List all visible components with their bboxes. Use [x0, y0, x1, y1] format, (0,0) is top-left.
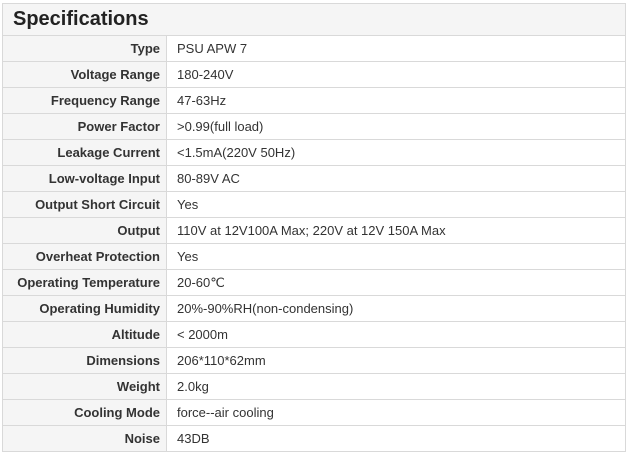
spec-value: 47-63Hz [165, 87, 627, 114]
spec-row-output: Output 110V at 12V100A Max; 220V at 12V … [2, 217, 627, 244]
spec-value: 80-89V AC [165, 165, 627, 192]
spec-row-operating-humidity: Operating Humidity 20%-90%RH(non-condens… [2, 295, 627, 322]
spec-value: Yes [165, 191, 627, 218]
spec-value: force--air cooling [165, 399, 627, 426]
spec-label: Noise [2, 425, 167, 452]
spec-label: Type [2, 35, 167, 62]
spec-row-power-factor: Power Factor >0.99(full load) [2, 113, 627, 140]
spec-value: PSU APW 7 [165, 35, 627, 62]
spec-row-cooling-mode: Cooling Mode force--air cooling [2, 399, 627, 426]
spec-label: Operating Humidity [2, 295, 167, 322]
specifications-panel: Specifications Type PSU APW 7 Voltage Ra… [0, 0, 627, 458]
spec-row-overheat-protection: Overheat Protection Yes [2, 243, 627, 270]
spec-value: 43DB [165, 425, 627, 452]
spec-label: Weight [2, 373, 167, 400]
spec-value: 206*110*62mm [165, 347, 627, 374]
spec-value: >0.99(full load) [165, 113, 627, 140]
spec-row-voltage-range: Voltage Range 180-240V [2, 61, 627, 88]
spec-label: Voltage Range [2, 61, 167, 88]
spec-value: <1.5mA(220V 50Hz) [165, 139, 627, 166]
spec-label: Frequency Range [2, 87, 167, 114]
spec-value: 2.0kg [165, 373, 627, 400]
spec-label: Output Short Circuit [2, 191, 167, 218]
spec-label: Low-voltage Input [2, 165, 167, 192]
spec-label: Operating Temperature [2, 269, 167, 296]
spec-rows: Type PSU APW 7 Voltage Range 180-240V Fr… [2, 35, 627, 452]
spec-row-weight: Weight 2.0kg [2, 373, 627, 400]
spec-value: 180-240V [165, 61, 627, 88]
spec-label: Leakage Current [2, 139, 167, 166]
spec-value: 20%-90%RH(non-condensing) [165, 295, 627, 322]
spec-value: 20-60℃ [165, 269, 627, 296]
spec-row-type: Type PSU APW 7 [2, 35, 627, 62]
specifications-table: Specifications Type PSU APW 7 Voltage Ra… [1, 3, 627, 452]
spec-row-leakage-current: Leakage Current <1.5mA(220V 50Hz) [2, 139, 627, 166]
spec-row-altitude: Altitude < 2000m [2, 321, 627, 348]
spec-value: < 2000m [165, 321, 627, 348]
spec-row-noise: Noise 43DB [2, 425, 627, 452]
spec-label: Overheat Protection [2, 243, 167, 270]
spec-row-operating-temperature: Operating Temperature 20-60℃ [2, 269, 627, 296]
spec-label: Dimensions [2, 347, 167, 374]
spec-value: 110V at 12V100A Max; 220V at 12V 150A Ma… [165, 217, 627, 244]
spec-value: Yes [165, 243, 627, 270]
spec-row-frequency-range: Frequency Range 47-63Hz [2, 87, 627, 114]
table-title: Specifications [1, 3, 627, 36]
spec-row-output-short-circuit: Output Short Circuit Yes [2, 191, 627, 218]
spec-row-dimensions: Dimensions 206*110*62mm [2, 347, 627, 374]
spec-label: Output [2, 217, 167, 244]
spec-label: Cooling Mode [2, 399, 167, 426]
spec-label: Power Factor [2, 113, 167, 140]
spec-row-low-voltage-input: Low-voltage Input 80-89V AC [2, 165, 627, 192]
spec-label: Altitude [2, 321, 167, 348]
